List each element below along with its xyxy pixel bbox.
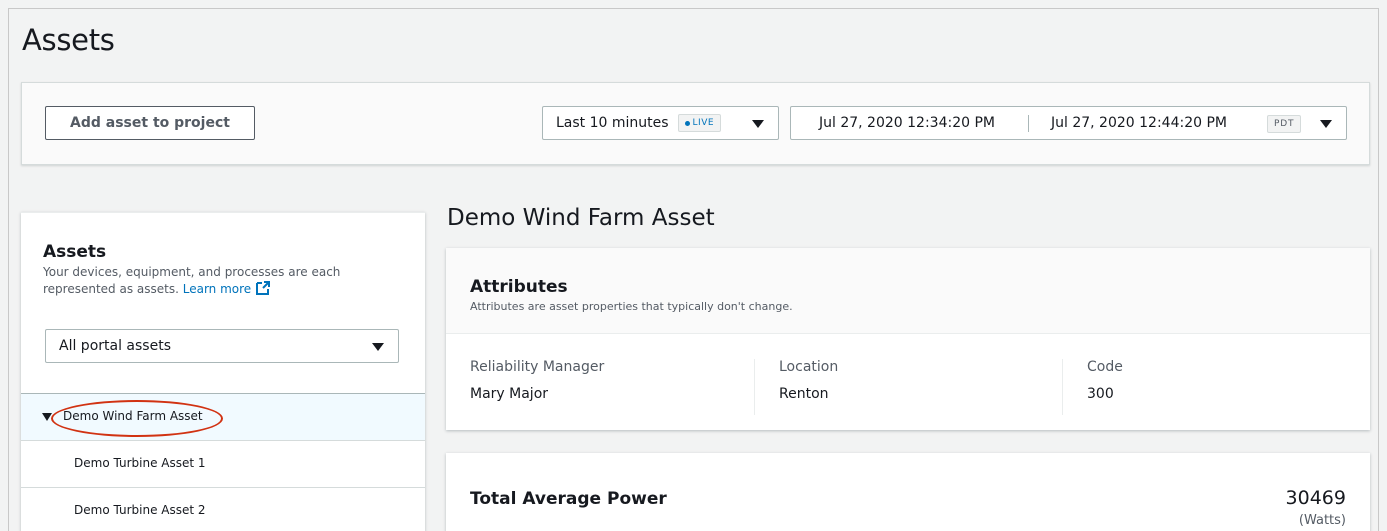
- date-end: Jul 27, 2020 12:44:20 PM: [1051, 115, 1227, 131]
- tree-item-demo-turbine-2[interactable]: Demo Turbine Asset 2: [21, 487, 425, 531]
- attributes-title: Attributes: [470, 277, 568, 297]
- metric-unit: (Watts): [1298, 513, 1346, 528]
- caret-down-icon: [752, 120, 764, 128]
- time-range-select[interactable]: Last 10 minutes LIVE: [542, 106, 779, 140]
- attribute-key: Code: [1087, 359, 1123, 375]
- tree-item-label: Demo Turbine Asset 2: [74, 503, 206, 517]
- live-badge: LIVE: [677, 114, 722, 132]
- live-dot-icon: [684, 120, 690, 126]
- asset-title: Demo Wind Farm Asset: [447, 205, 715, 231]
- attribute-location: Location Renton: [779, 359, 838, 417]
- app-frame: Assets Add asset to project Last 10 minu…: [8, 8, 1379, 531]
- total-average-power-card: Total Average Power 30469 (Watts): [446, 453, 1370, 531]
- metric-title: Total Average Power: [470, 489, 667, 509]
- attributes-card: Attributes Attributes are asset properti…: [446, 248, 1370, 430]
- attribute-reliability-manager: Reliability Manager Mary Major: [470, 359, 604, 417]
- asset-filter-value: All portal assets: [59, 338, 171, 354]
- tree-item-demo-turbine-1[interactable]: Demo Turbine Asset 1: [21, 440, 425, 487]
- attribute-key: Location: [779, 359, 839, 375]
- metric-value: 30469: [1285, 487, 1346, 509]
- assets-panel: Assets Your devices, equipment, and proc…: [21, 212, 425, 531]
- attributes-header: Attributes Attributes are asset properti…: [446, 248, 1370, 334]
- live-label: LIVE: [692, 118, 715, 128]
- attributes-description: Attributes are asset properties that typ…: [470, 300, 793, 313]
- asset-filter-select[interactable]: All portal assets: [45, 329, 399, 363]
- assets-panel-description: Your devices, equipment, and processes a…: [43, 264, 373, 297]
- date-separator: [1028, 115, 1029, 132]
- attribute-value: Renton: [779, 386, 829, 402]
- assets-panel-title: Assets: [43, 242, 107, 262]
- caret-down-icon: [372, 343, 384, 351]
- attribute-value: 300: [1087, 386, 1114, 402]
- timezone-badge: PDT: [1267, 115, 1302, 133]
- attribute-code: Code 300: [1087, 359, 1123, 417]
- tree-item-demo-wind-farm[interactable]: Demo Wind Farm Asset: [21, 393, 425, 440]
- page-title: Assets: [22, 23, 115, 57]
- highlight-annotation: [51, 400, 223, 437]
- date-start: Jul 27, 2020 12:34:20 PM: [819, 115, 995, 131]
- time-range-value: Last 10 minutes: [556, 115, 669, 131]
- date-range-picker[interactable]: Jul 27, 2020 12:34:20 PM Jul 27, 2020 12…: [790, 106, 1347, 140]
- add-asset-button[interactable]: Add asset to project: [45, 106, 255, 140]
- external-link-icon: [256, 281, 271, 295]
- attribute-key: Reliability Manager: [470, 359, 605, 375]
- attribute-value: Mary Major: [470, 386, 549, 402]
- column-divider: [754, 359, 755, 415]
- toolbar: Add asset to project Last 10 minutes LIV…: [21, 82, 1370, 165]
- caret-down-icon: [1320, 120, 1332, 128]
- tree-item-label: Demo Turbine Asset 1: [74, 456, 206, 470]
- learn-more-link[interactable]: Learn more: [183, 281, 271, 296]
- column-divider: [1062, 359, 1063, 415]
